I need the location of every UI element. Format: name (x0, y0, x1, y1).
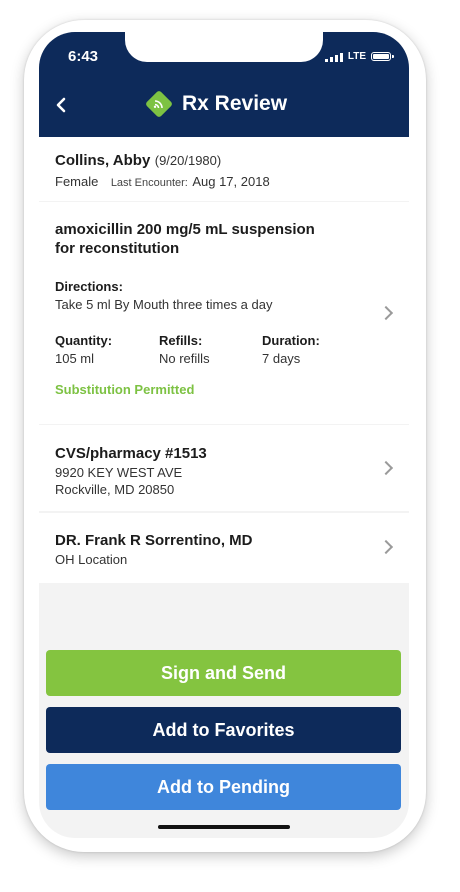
header: 6:43 LTE Rx Review (39, 32, 409, 137)
patient-dob: (9/20/1980) (154, 153, 222, 168)
status-time: 6:43 (68, 48, 99, 65)
battery-icon (371, 52, 394, 61)
add-to-pending-button[interactable]: Add to Pending (46, 764, 401, 810)
patient-card: Collins, Abby (9/20/1980) Female Last En… (39, 137, 409, 201)
drug-name-line1: amoxicillin 200 mg/5 mL suspension (55, 221, 315, 238)
app-screen: 6:43 LTE Rx Review Collins, Abby (9/20/1… (39, 32, 409, 838)
patient-name: Collins, Abby (55, 152, 151, 169)
chevron-right-icon (378, 460, 394, 476)
pharmacy-address-line2: Rockville, MD 20850 (55, 482, 175, 497)
directions-label: Directions: (55, 279, 123, 294)
header-title-group: Rx Review (144, 89, 288, 119)
chevron-right-icon (378, 539, 394, 555)
prescriber-location: OH Location (55, 552, 128, 567)
pharmacy-name: CVS/pharmacy #1513 (55, 445, 207, 462)
signal-icon (324, 52, 343, 62)
add-to-favorites-button[interactable]: Add to Favorites (46, 707, 401, 753)
prescriber-card[interactable]: DR. Frank R Sorrentino, MD OH Location (39, 513, 409, 583)
directions-text: Take 5 ml By Mouth three times a day (55, 297, 273, 312)
back-button[interactable] (55, 96, 67, 116)
refills-value: No refills (159, 351, 210, 366)
status-indicators: LTE (324, 51, 394, 62)
page-title: Rx Review (182, 92, 288, 115)
quantity-label: Quantity: (55, 333, 113, 348)
prescription-card[interactable]: amoxicillin 200 mg/5 mL suspension for r… (39, 202, 409, 424)
last-encounter-date: Aug 17, 2018 (192, 174, 270, 189)
last-encounter-label: Last Encounter: (110, 177, 188, 189)
device-notch (125, 32, 323, 62)
duration-value: 7 days (262, 351, 301, 366)
duration-label: Duration: (262, 333, 320, 348)
chevron-right-icon (378, 305, 394, 321)
quantity-value: 105 ml (55, 351, 95, 366)
pharmacy-address-line1: 9920 KEY WEST AVE (55, 465, 183, 480)
patient-sex: Female (55, 174, 99, 189)
home-indicator[interactable] (158, 825, 290, 829)
refills-label: Refills: (159, 333, 203, 348)
sign-and-send-button[interactable]: Sign and Send (46, 650, 401, 696)
drug-name-line2: for reconstitution (55, 240, 180, 257)
rx-logo-icon (144, 89, 174, 119)
prescriber-name: DR. Frank R Sorrentino, MD (55, 532, 253, 549)
substitution-status: Substitution Permitted (55, 382, 195, 397)
pharmacy-card[interactable]: CVS/pharmacy #1513 9920 KEY WEST AVE Roc… (39, 425, 409, 511)
chevron-left-icon (56, 97, 66, 113)
network-label: LTE (347, 51, 366, 62)
